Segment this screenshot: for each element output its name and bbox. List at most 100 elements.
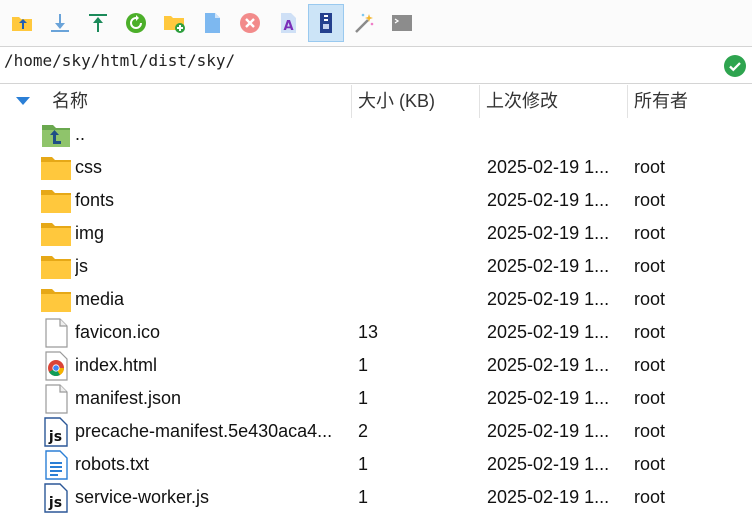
svg-text:js: js [48,429,62,445]
download-button[interactable] [42,4,78,42]
magic-wand-button[interactable] [346,4,382,42]
file-row[interactable]: css 2025-02-19 1... root [0,151,752,184]
file-row[interactable]: js 2025-02-19 1... root [0,250,752,283]
file-row[interactable]: index.html 1 2025-02-19 1... root [0,349,752,382]
rename-button[interactable]: A [270,4,306,42]
file-name: precache-manifest.5e430aca4... [75,421,333,441]
file-size: 1 [358,388,369,408]
file-modified: 2025-02-19 1... [487,157,610,177]
file-name: media [75,289,125,309]
file-row[interactable]: .. [0,118,752,151]
svg-text:js: js [48,495,62,511]
file-row[interactable]: favicon.ico 13 2025-02-19 1... root [0,316,752,349]
path-bar [0,46,752,84]
column-size-header[interactable]: 大小 (KB) [352,85,480,118]
file-modified: 2025-02-19 1... [487,355,610,375]
file-row[interactable]: fonts 2025-02-19 1... root [0,184,752,217]
file-modified: 2025-02-19 1... [487,256,610,276]
file-owner: root [634,421,666,441]
js-file-icon: js [40,416,72,448]
upload-folder-icon [12,17,32,31]
new-file-button[interactable] [194,4,230,42]
column-modified-header[interactable]: 上次修改 [480,85,628,118]
file-size: 1 [358,487,369,507]
file-size: 2 [358,421,369,441]
file-icon [40,317,72,349]
column-size-label: 大小 (KB) [358,91,436,111]
column-owner-header[interactable]: 所有者 [628,85,752,118]
terminal-button[interactable] [384,4,420,42]
file-row[interactable]: media 2025-02-19 1... root [0,283,752,316]
compress-icon [320,13,332,33]
file-row[interactable]: js service-worker.js 1 2025-02-19 1... root [0,481,752,514]
file-name: img [75,223,105,243]
js-file-icon: js [40,482,72,514]
file-row[interactable]: js precache-manifest.5e430aca4... 2 2025-02… [0,415,752,448]
refresh-button[interactable] [118,4,154,42]
upload-button[interactable] [80,4,116,42]
new-file-icon [205,13,220,33]
text-file-icon [40,449,72,481]
file-size: 1 [358,454,369,474]
folder-icon [40,251,72,283]
rename-icon: A [281,13,296,34]
file-size [358,184,478,217]
column-name-header[interactable]: 名称 [46,85,352,118]
upload-icon [89,14,107,32]
file-modified: 2025-02-19 1... [487,289,610,309]
file-owner: root [634,388,666,408]
column-modified-label: 上次修改 [486,91,558,111]
folder-icon [40,218,72,250]
file-name: .. [75,124,86,144]
file-name: manifest.json [75,388,182,408]
folder-icon [40,185,72,217]
file-size [358,118,478,151]
file-modified: 2025-02-19 1... [487,322,610,342]
download-icon [51,14,69,32]
file-row[interactable]: img 2025-02-19 1... root [0,217,752,250]
path-input[interactable] [4,51,704,70]
file-icon [40,383,72,415]
file-modified: 2025-02-19 1... [487,223,610,243]
file-size: 1 [358,355,369,375]
delete-button[interactable] [232,4,268,42]
file-row[interactable]: robots.txt 1 2025-02-19 1... root [0,448,752,481]
file-row[interactable]: manifest.json 1 2025-02-19 1... root [0,382,752,415]
file-modified: 2025-02-19 1... [487,421,610,441]
sort-descending-icon[interactable] [16,97,30,105]
file-name: js [75,256,88,276]
file-owner: root [634,256,666,276]
file-owner: root [634,223,666,243]
toolbar: A [0,0,752,46]
file-name: robots.txt [75,454,150,474]
file-modified: 2025-02-19 1... [487,454,610,474]
column-name-label: 名称 [52,91,88,111]
file-owner: root [634,322,666,342]
folder-icon [40,284,72,316]
new-folder-icon [164,16,185,33]
file-size [358,151,478,184]
refresh-icon [126,13,146,33]
file-size [358,217,478,250]
compress-button[interactable] [308,4,344,42]
file-owner: root [634,157,666,177]
file-name: fonts [75,190,115,210]
check-circle-icon[interactable] [724,55,746,77]
file-modified: 2025-02-19 1... [487,190,610,210]
file-size: 13 [358,322,379,342]
new-folder-button[interactable] [156,4,192,42]
file-modified [487,118,622,151]
upload-folder-button[interactable] [4,4,40,42]
file-size [358,283,478,316]
file-owner: root [634,487,666,507]
chrome-html-icon [40,350,72,382]
file-size [358,250,478,283]
column-owner-label: 所有者 [634,91,688,111]
file-name: service-worker.js [75,487,210,507]
svg-text:A: A [283,19,293,34]
column-header: 名称 大小 (KB) 上次修改 所有者 [0,85,752,118]
folder-icon [40,152,72,184]
file-name: favicon.ico [75,322,161,342]
file-owner [634,118,744,151]
parent-folder-icon [40,119,72,151]
